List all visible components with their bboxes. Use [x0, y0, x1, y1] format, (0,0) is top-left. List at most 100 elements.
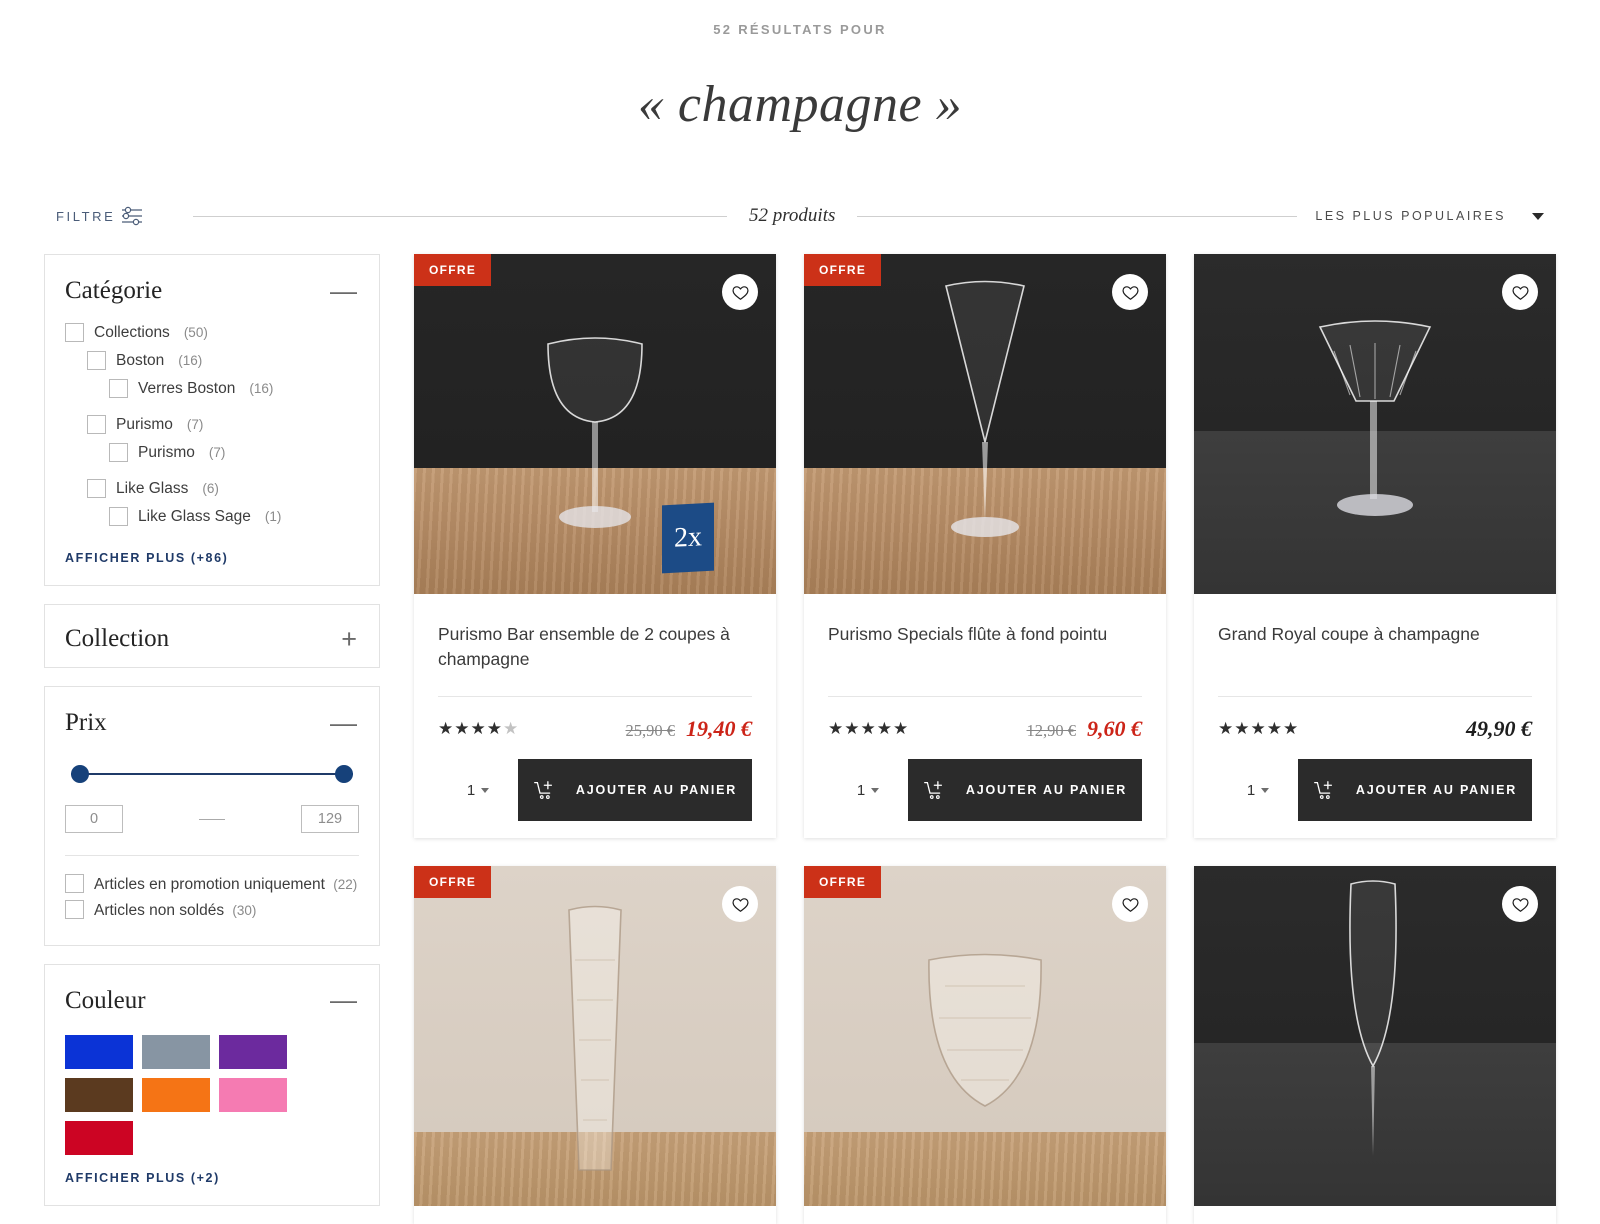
product-title[interactable]: Purismo Bar ensemble de 2 coupes à champ…: [438, 622, 752, 674]
price-range-dash: [199, 818, 225, 820]
filter-sidebar: Catégorie — Collections (50) Boston (16)…: [44, 254, 380, 1224]
product-photo-scene: [1194, 254, 1556, 594]
facet-categorie-collapse-icon[interactable]: —: [330, 277, 359, 305]
product-card[interactable]: [1194, 866, 1556, 1224]
product-card[interactable]: Grand Royal coupe à champagne ★★★★★ 49,9…: [1194, 254, 1556, 839]
not-on-sale-text: Articles non soldés: [94, 902, 225, 920]
rating-stars[interactable]: ★★★★★: [828, 719, 909, 739]
product-photo-scene: [804, 866, 1166, 1207]
checkbox-icon[interactable]: [87, 415, 106, 434]
price-input-group: 0 129: [65, 805, 359, 833]
offer-badge: OFFRE: [414, 866, 492, 899]
price-slider-max-handle[interactable]: [335, 765, 353, 783]
colour-swatch-orange[interactable]: [142, 1077, 210, 1112]
colour-swatch-brown[interactable]: [65, 1077, 133, 1112]
product-photo-scene: [414, 866, 776, 1207]
rating-stars[interactable]: ★★★★★: [438, 719, 519, 739]
category-option-purismo[interactable]: Purismo (7): [65, 415, 359, 434]
facet-couleur-collapse-icon[interactable]: —: [330, 987, 359, 1014]
product-card[interactable]: OFFRE: [414, 866, 776, 1224]
cart-plus-icon: [1313, 780, 1334, 801]
checkbox-icon[interactable]: [109, 443, 128, 462]
quantity-selector[interactable]: 1: [828, 759, 908, 821]
facet-collection-title: Collection: [65, 625, 170, 652]
colour-swatch-purple[interactable]: [219, 1034, 287, 1069]
product-card[interactable]: 2x OFFRE Purismo Bar ensemble de 2 coupe…: [414, 254, 776, 839]
price-slider-track: [71, 773, 353, 775]
checkbox-icon[interactable]: [87, 479, 106, 498]
wishlist-button[interactable]: [722, 274, 758, 310]
facet-categorie-title: Catégorie: [65, 277, 163, 304]
quantity-selector[interactable]: 1: [1218, 759, 1298, 821]
colour-swatch-grid: [65, 1034, 359, 1155]
product-image[interactable]: OFFRE: [804, 254, 1166, 594]
original-price: 25,90 €: [625, 721, 676, 740]
price-min-input[interactable]: 0: [65, 805, 123, 833]
page-content: Catégorie — Collections (50) Boston (16)…: [0, 254, 1600, 1224]
rating-stars[interactable]: ★★★★★: [1218, 719, 1299, 739]
not-on-sale-label: Articles non soldés (30): [94, 900, 256, 922]
product-image[interactable]: 2x OFFRE: [414, 254, 776, 594]
quantity-selector[interactable]: 1: [438, 759, 518, 821]
facet-collection-header[interactable]: Collection +: [65, 625, 359, 653]
quantity-value: 1: [856, 781, 866, 799]
product-image[interactable]: OFFRE: [414, 866, 776, 1207]
product-card[interactable]: OFFRE Purismo Specials flûte à fond poin…: [804, 254, 1166, 839]
heart-icon: [1511, 895, 1530, 914]
colour-swatch-blue[interactable]: [65, 1034, 133, 1069]
filter-option-promo-only[interactable]: Articles en promotion uniquement (22): [65, 874, 359, 896]
price-slider-min-handle[interactable]: [71, 765, 89, 783]
category-option-like-glass[interactable]: Like Glass (6): [65, 479, 359, 498]
facet-collection-expand-icon[interactable]: +: [341, 625, 359, 653]
product-image[interactable]: [1194, 866, 1556, 1207]
sort-dropdown[interactable]: LES PLUS POPULAIRES: [1315, 209, 1544, 223]
product-details: Purismo Specials flûte à fond pointu ★★★…: [804, 594, 1166, 838]
checkbox-icon[interactable]: [109, 507, 128, 526]
add-to-cart-button[interactable]: AJOUTER AU PANIER: [908, 759, 1142, 821]
product-photo-scene: 2x: [414, 254, 776, 594]
product-image[interactable]: OFFRE: [804, 866, 1166, 1207]
product-title[interactable]: Grand Royal coupe à champagne: [1218, 622, 1532, 674]
product-card[interactable]: OFFRE: [804, 866, 1166, 1224]
category-option-purismo-child[interactable]: Purismo (7): [65, 443, 359, 462]
checkbox-icon[interactable]: [65, 874, 84, 893]
colour-swatch-grey-blue[interactable]: [142, 1034, 210, 1069]
checkbox-icon[interactable]: [65, 323, 84, 342]
toolbar-rule-right: [857, 215, 1298, 217]
category-option-like-glass-sage[interactable]: Like Glass Sage (1): [65, 507, 359, 526]
categorie-show-more-link[interactable]: AFFICHER PLUS (+86): [65, 551, 228, 565]
wishlist-button[interactable]: [1112, 274, 1148, 310]
product-image[interactable]: [1194, 254, 1556, 594]
price-max-input[interactable]: 129: [301, 805, 359, 833]
price-range-slider[interactable]: [71, 763, 353, 785]
add-to-cart-button[interactable]: AJOUTER AU PANIER: [518, 759, 752, 821]
colour-swatch-pink[interactable]: [219, 1077, 287, 1112]
category-option-verres-boston[interactable]: Verres Boston (16): [65, 379, 359, 398]
filter-button[interactable]: FILTRE: [56, 203, 145, 229]
heart-icon: [1121, 895, 1140, 914]
category-option-boston[interactable]: Boston (16): [65, 351, 359, 370]
facet-categorie-body: Collections (50) Boston (16) Verres Bost…: [65, 323, 359, 567]
category-option-count: (16): [249, 381, 274, 396]
promo-only-text: Articles en promotion uniquement: [94, 876, 325, 893]
category-option-label: Boston: [116, 351, 165, 369]
checkbox-icon[interactable]: [65, 900, 84, 920]
facet-prix-collapse-icon[interactable]: —: [330, 709, 359, 737]
quantity-tag: 2x: [662, 502, 714, 574]
filter-option-not-on-sale[interactable]: Articles non soldés (30): [65, 900, 359, 922]
product-title[interactable]: Purismo Specials flûte à fond pointu: [828, 622, 1142, 674]
checkbox-icon[interactable]: [109, 379, 128, 398]
product-photo-scene: [804, 254, 1166, 594]
facet-prix-header[interactable]: Prix —: [65, 709, 359, 737]
category-option-collections[interactable]: Collections (50): [65, 323, 359, 342]
couleur-show-more-link[interactable]: AFFICHER PLUS (+2): [65, 1171, 220, 1185]
facet-couleur-header[interactable]: Couleur —: [65, 987, 359, 1015]
search-header: 52 RÉSULTATS POUR « champagne »: [0, 0, 1600, 134]
wishlist-button[interactable]: [1502, 274, 1538, 310]
facet-categorie-header[interactable]: Catégorie —: [65, 277, 359, 305]
cart-row: 1 AJOUTER AU PANIER: [828, 759, 1142, 821]
rating-price-row: ★★★★★ 25,90 € 19,40 €: [438, 697, 752, 743]
checkbox-icon[interactable]: [87, 351, 106, 370]
add-to-cart-button[interactable]: AJOUTER AU PANIER: [1298, 759, 1532, 821]
colour-swatch-red[interactable]: [65, 1120, 133, 1155]
